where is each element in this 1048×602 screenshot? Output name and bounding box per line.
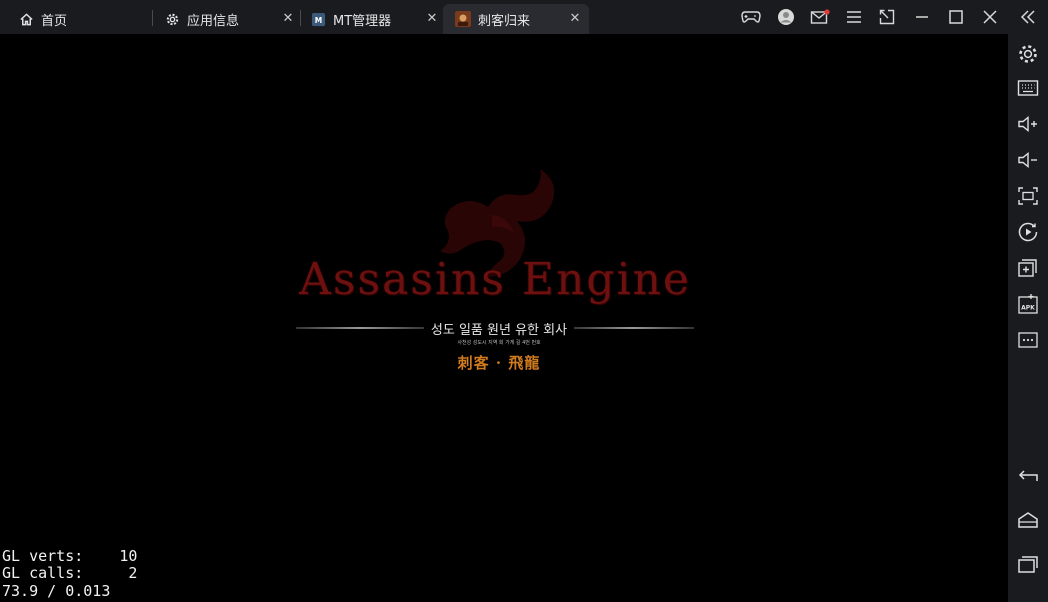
multi-instance-icon[interactable] [1016, 256, 1040, 280]
game-viewport[interactable]: Assasins Engine 성도 일품 원년 유한 회사 사천성 성도시 지… [0, 34, 1008, 602]
tab-close-button[interactable]: ✕ [280, 11, 296, 27]
logo-title: Assasins Engine [299, 254, 691, 305]
home-icon [18, 11, 34, 27]
logo-small-text: 사천성 성도시 지역 회 가게 길 4번 번호 [457, 340, 541, 346]
close-icon[interactable] [979, 6, 1001, 28]
user-avatar-icon[interactable] [775, 6, 797, 28]
external-window-icon[interactable] [876, 6, 898, 28]
title-bar: 首页 应用信息 ✕ M MT管理器 ✕ 刺客归来 ✕ [0, 0, 1048, 34]
recent-apps-icon[interactable] [1016, 552, 1040, 576]
debug-line: GL calls: 2 [2, 564, 138, 582]
record-icon[interactable] [1016, 220, 1040, 244]
more-icon[interactable] [1016, 328, 1040, 352]
logo-chinese-title: 刺客 · 飛龍 [457, 354, 541, 372]
collapse-sidebar-icon[interactable] [1017, 6, 1039, 28]
tab-divider [152, 10, 153, 26]
gear-icon [164, 11, 180, 27]
tab-label: 应用信息 [187, 13, 240, 29]
svg-text:APK: APK [1021, 305, 1035, 312]
screenshot-icon[interactable] [1016, 184, 1040, 208]
volume-down-icon[interactable] [1016, 148, 1040, 172]
tab-label: MT管理器 [333, 13, 392, 29]
mt-app-icon: M [310, 11, 326, 27]
tab-mt-manager[interactable]: M MT管理器 ✕ [310, 4, 440, 34]
tab-label: 首页 [41, 13, 68, 29]
game-app-icon [455, 11, 471, 27]
debug-line: 73.9 / 0.013 [2, 581, 111, 600]
tab-close-button[interactable]: ✕ [424, 11, 440, 27]
back-icon[interactable] [1016, 464, 1040, 488]
tab-close-button[interactable]: ✕ [567, 11, 583, 27]
tab-game[interactable]: 刺客归来 ✕ [443, 4, 589, 34]
menu-icon[interactable] [843, 6, 865, 28]
gamepad-icon[interactable] [740, 6, 762, 28]
tab-home[interactable]: 首页 [18, 4, 148, 34]
logo-subtitle: 성도 일품 원년 유한 회사 [424, 319, 574, 338]
logo-divider [572, 327, 694, 329]
tab-app-info[interactable]: 应用信息 ✕ [164, 4, 296, 34]
mail-icon[interactable] [809, 6, 831, 28]
tab-label: 刺客归来 [478, 13, 531, 29]
volume-up-icon[interactable] [1016, 112, 1040, 136]
settings-icon[interactable] [1016, 42, 1040, 66]
keyboard-icon[interactable] [1016, 76, 1040, 100]
minimize-icon[interactable] [911, 6, 933, 28]
apk-install-icon[interactable]: APK [1016, 292, 1040, 316]
emulator-sidebar: APK [1008, 34, 1048, 602]
debug-line: GL verts: 10 [2, 546, 138, 565]
logo-divider [296, 327, 426, 329]
splash-logo: Assasins Engine 성도 일품 원년 유한 회사 사천성 성도시 지… [282, 159, 702, 379]
maximize-icon[interactable] [945, 6, 967, 28]
svg-text:M: M [314, 15, 321, 24]
tab-divider [300, 10, 301, 26]
gl-debug-overlay: GL verts: 10 GL calls: 2 73.9 / 0.013 [2, 546, 138, 601]
home-button-icon[interactable] [1016, 508, 1040, 532]
